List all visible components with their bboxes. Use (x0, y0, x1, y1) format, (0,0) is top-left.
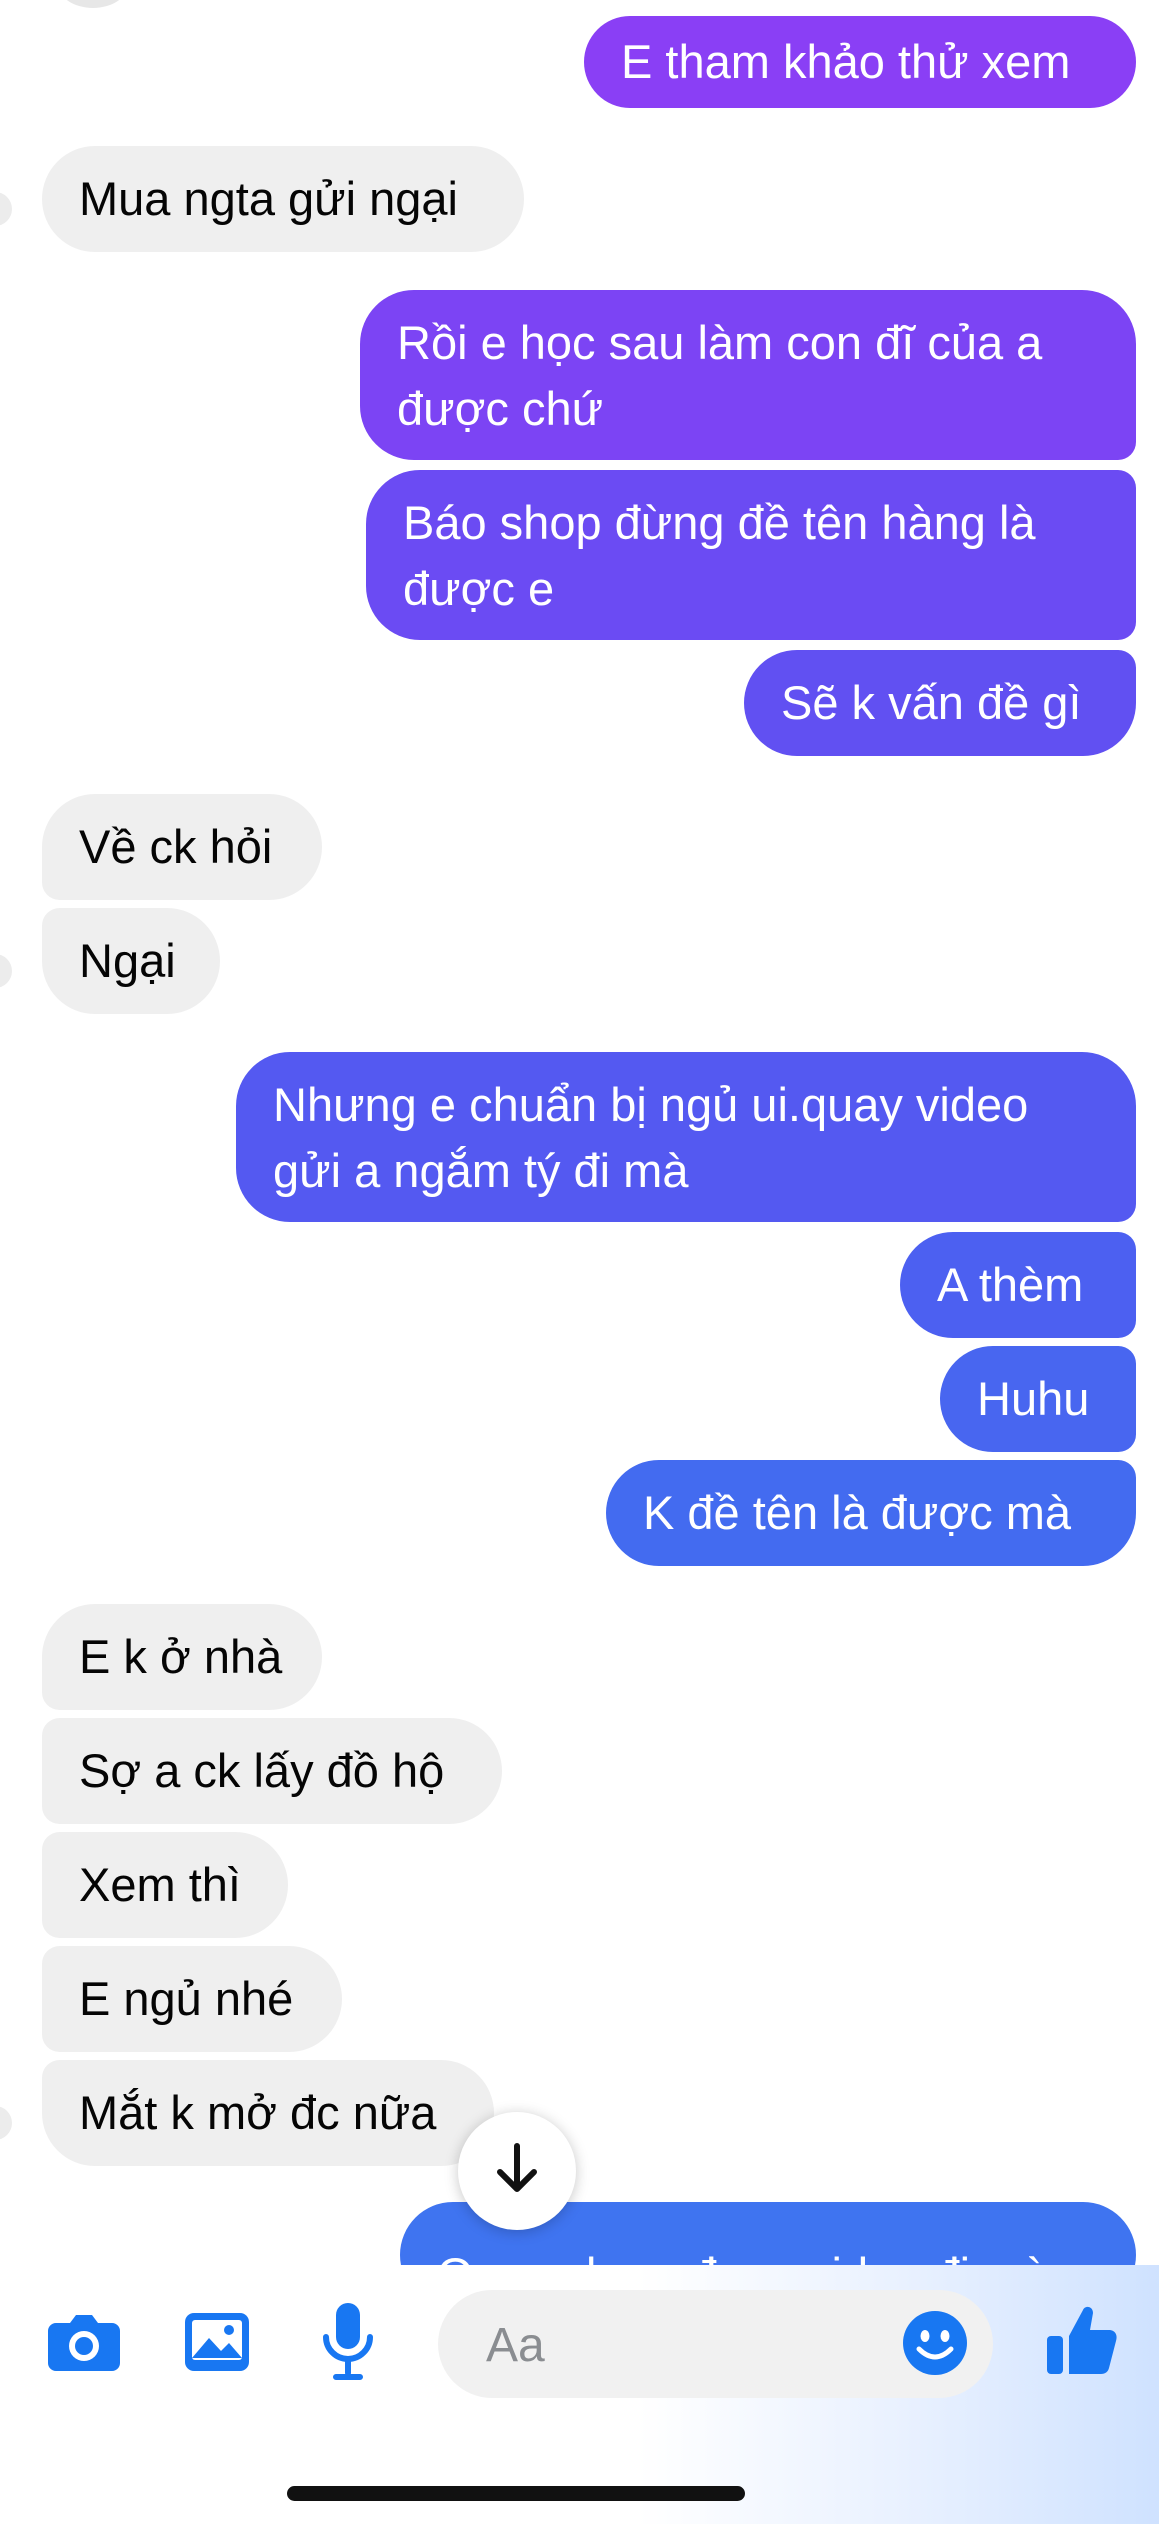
message-incoming[interactable]: E k ở nhà (42, 1604, 322, 1710)
avatar (0, 192, 12, 226)
image-icon (183, 2311, 251, 2378)
avatar (0, 954, 12, 988)
message-incoming[interactable]: Sợ a ck lấy đồ hộ (42, 1718, 502, 1824)
message-incoming[interactable]: Xem thì (42, 1832, 288, 1938)
home-indicator (287, 2486, 745, 2501)
message-incoming[interactable]: Ngại (42, 908, 220, 1014)
message-incoming[interactable]: Mắt k mở đc nữa (42, 2060, 494, 2166)
scroll-to-bottom-button[interactable] (458, 2112, 576, 2230)
message-input-placeholder: Aa (486, 2319, 545, 2372)
emoji-icon (901, 2309, 969, 2382)
gallery-button[interactable] (180, 2307, 254, 2381)
message-list[interactable]: E tham khảo thử xem Mua ngta gửi ngại Rồ… (0, 0, 1159, 2270)
message-outgoing[interactable]: Sẽ k vấn đề gì (744, 650, 1136, 756)
emoji-button[interactable] (900, 2310, 970, 2380)
message-outgoing[interactable]: A thèm (900, 1232, 1136, 1338)
like-button[interactable] (1040, 2300, 1124, 2384)
message-outgoing[interactable]: K đề tên là được mà (606, 1460, 1136, 1566)
microphone-button[interactable] (316, 2302, 380, 2386)
message-outgoing[interactable]: Nhưng e chuẩn bị ngủ ui.quay video gửi a… (236, 1052, 1136, 1222)
message-incoming[interactable]: E ngủ nhé (42, 1946, 342, 2052)
microphone-icon (320, 2301, 376, 2388)
message-incoming[interactable]: Mua ngta gửi ngại (42, 146, 524, 252)
avatar (0, 2106, 12, 2140)
camera-icon (46, 2311, 122, 2378)
avatar (58, 0, 128, 8)
message-outgoing[interactable]: E tham khảo thử xem (584, 16, 1136, 108)
camera-button[interactable] (44, 2307, 124, 2381)
thumbs-up-icon (1045, 2302, 1119, 2383)
arrow-down-icon (492, 2142, 542, 2201)
message-outgoing[interactable]: Rồi e học sau làm con đĩ của a được chứ (360, 290, 1136, 460)
message-incoming[interactable]: Về ck hỏi (42, 794, 322, 900)
message-outgoing[interactable]: Huhu (940, 1346, 1136, 1452)
message-outgoing[interactable]: Báo shop đừng đề tên hàng là được e (366, 470, 1136, 640)
